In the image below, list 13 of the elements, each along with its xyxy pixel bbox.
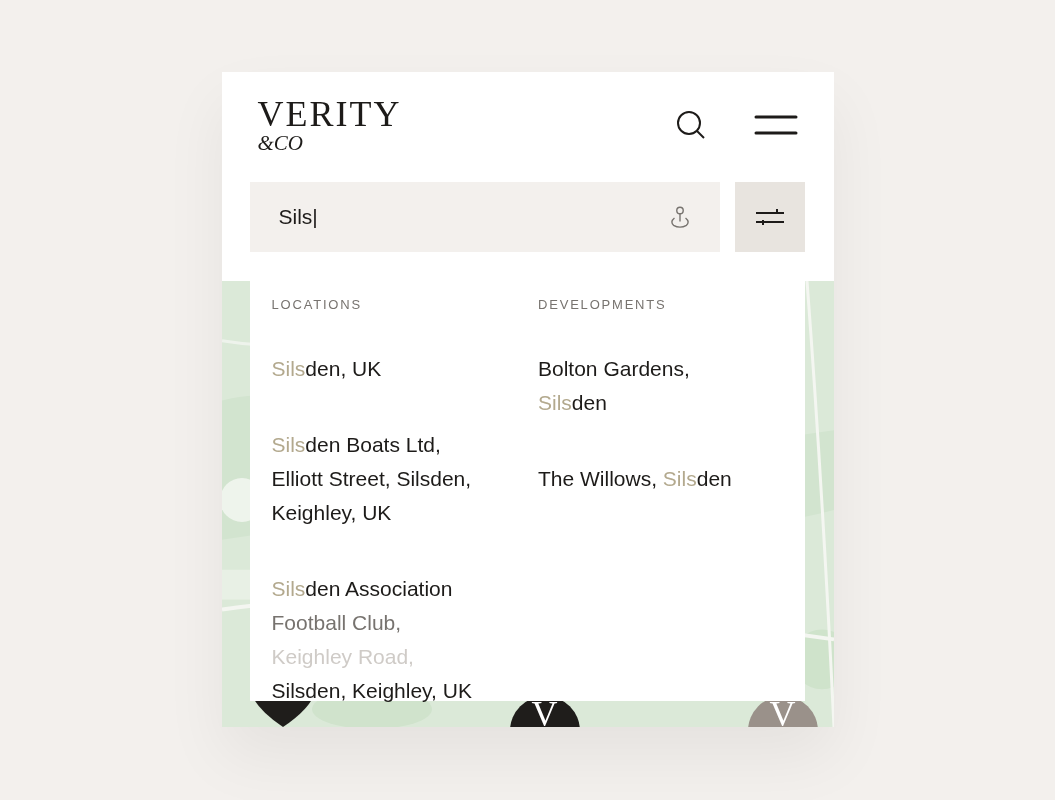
section-heading: LOCATIONS (271, 297, 363, 313)
logo-tagline: &CO (257, 132, 304, 154)
logo-wordmark[interactable]: VERITY (257, 96, 402, 132)
search-result[interactable]: Silsden, UK (271, 352, 538, 386)
menu-icon[interactable] (753, 114, 798, 136)
sliders-icon (754, 207, 785, 227)
filter-button[interactable] (734, 182, 805, 252)
search-result[interactable]: Bolton Gardens, Silsden (538, 352, 805, 420)
search-field[interactable]: Sils| (249, 182, 720, 252)
search-result[interactable]: Silsden Boats Ltd, Elliott Street, Silsden, Keighley, UK (271, 428, 538, 530)
search-result[interactable]: The Willows, Silsden (538, 462, 805, 496)
section-heading: DEVELOPMENTS (538, 297, 668, 313)
search-icon[interactable] (675, 110, 706, 140)
